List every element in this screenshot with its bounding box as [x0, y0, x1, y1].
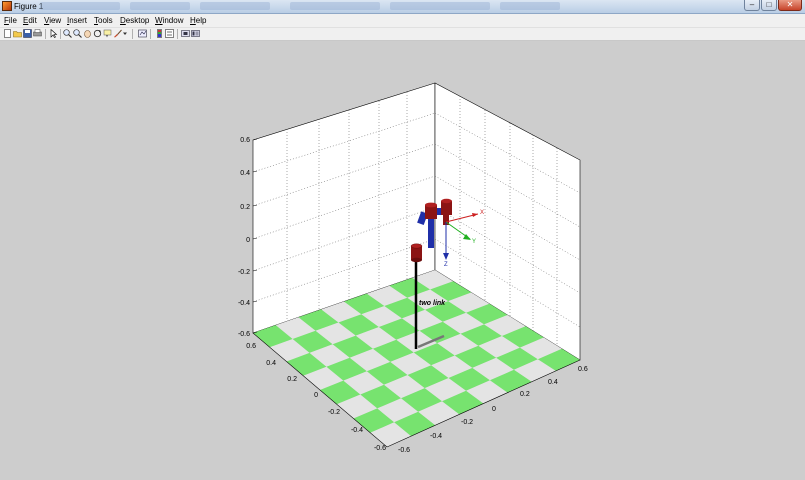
x-tick-label: -0.2	[328, 409, 340, 416]
y-tick-label: 0	[492, 406, 496, 413]
z-tick-label: -0.2	[238, 269, 250, 276]
y-tick-label: 0.2	[520, 391, 530, 398]
z-tick-label: 0.4	[240, 170, 250, 177]
y-tick-label: 0.4	[548, 379, 558, 386]
z-tick-label: 0.6	[240, 137, 250, 144]
x-tick-label: -0.4	[351, 427, 363, 434]
axes-3d[interactable]: 0.6 0.4 0.2 0 -0.2 -0.4 -0.6 0.6 0.4 0.2…	[0, 0, 805, 480]
y-axis-letter: Y	[472, 239, 476, 245]
x-tick-label: -0.6	[374, 445, 386, 452]
x-tick-label: 0.4	[266, 360, 276, 367]
x-tick-label: 0.2	[287, 376, 297, 383]
z-axis-letter: Z	[444, 262, 448, 268]
robot-base-joint	[410, 243, 423, 263]
y-tick-label: -0.4	[430, 433, 442, 440]
z-tick-label: 0	[246, 237, 250, 244]
robot-name-label: two link	[419, 300, 446, 307]
x-axis-letter: X	[480, 210, 484, 216]
x-tick-label: 0	[314, 392, 318, 399]
y-tick-label: -0.6	[398, 447, 410, 454]
x-tick-label: 0.6	[246, 343, 256, 350]
y-tick-label: 0.6	[578, 366, 588, 373]
y-tick-label: -0.2	[461, 419, 473, 426]
z-tick-labels: 0.6 0.4 0.2 0 -0.2 -0.4 -0.6	[238, 137, 250, 338]
z-tick-label: 0.2	[240, 204, 250, 211]
z-tick-label: -0.4	[238, 300, 250, 307]
z-tick-label: -0.6	[238, 331, 250, 338]
